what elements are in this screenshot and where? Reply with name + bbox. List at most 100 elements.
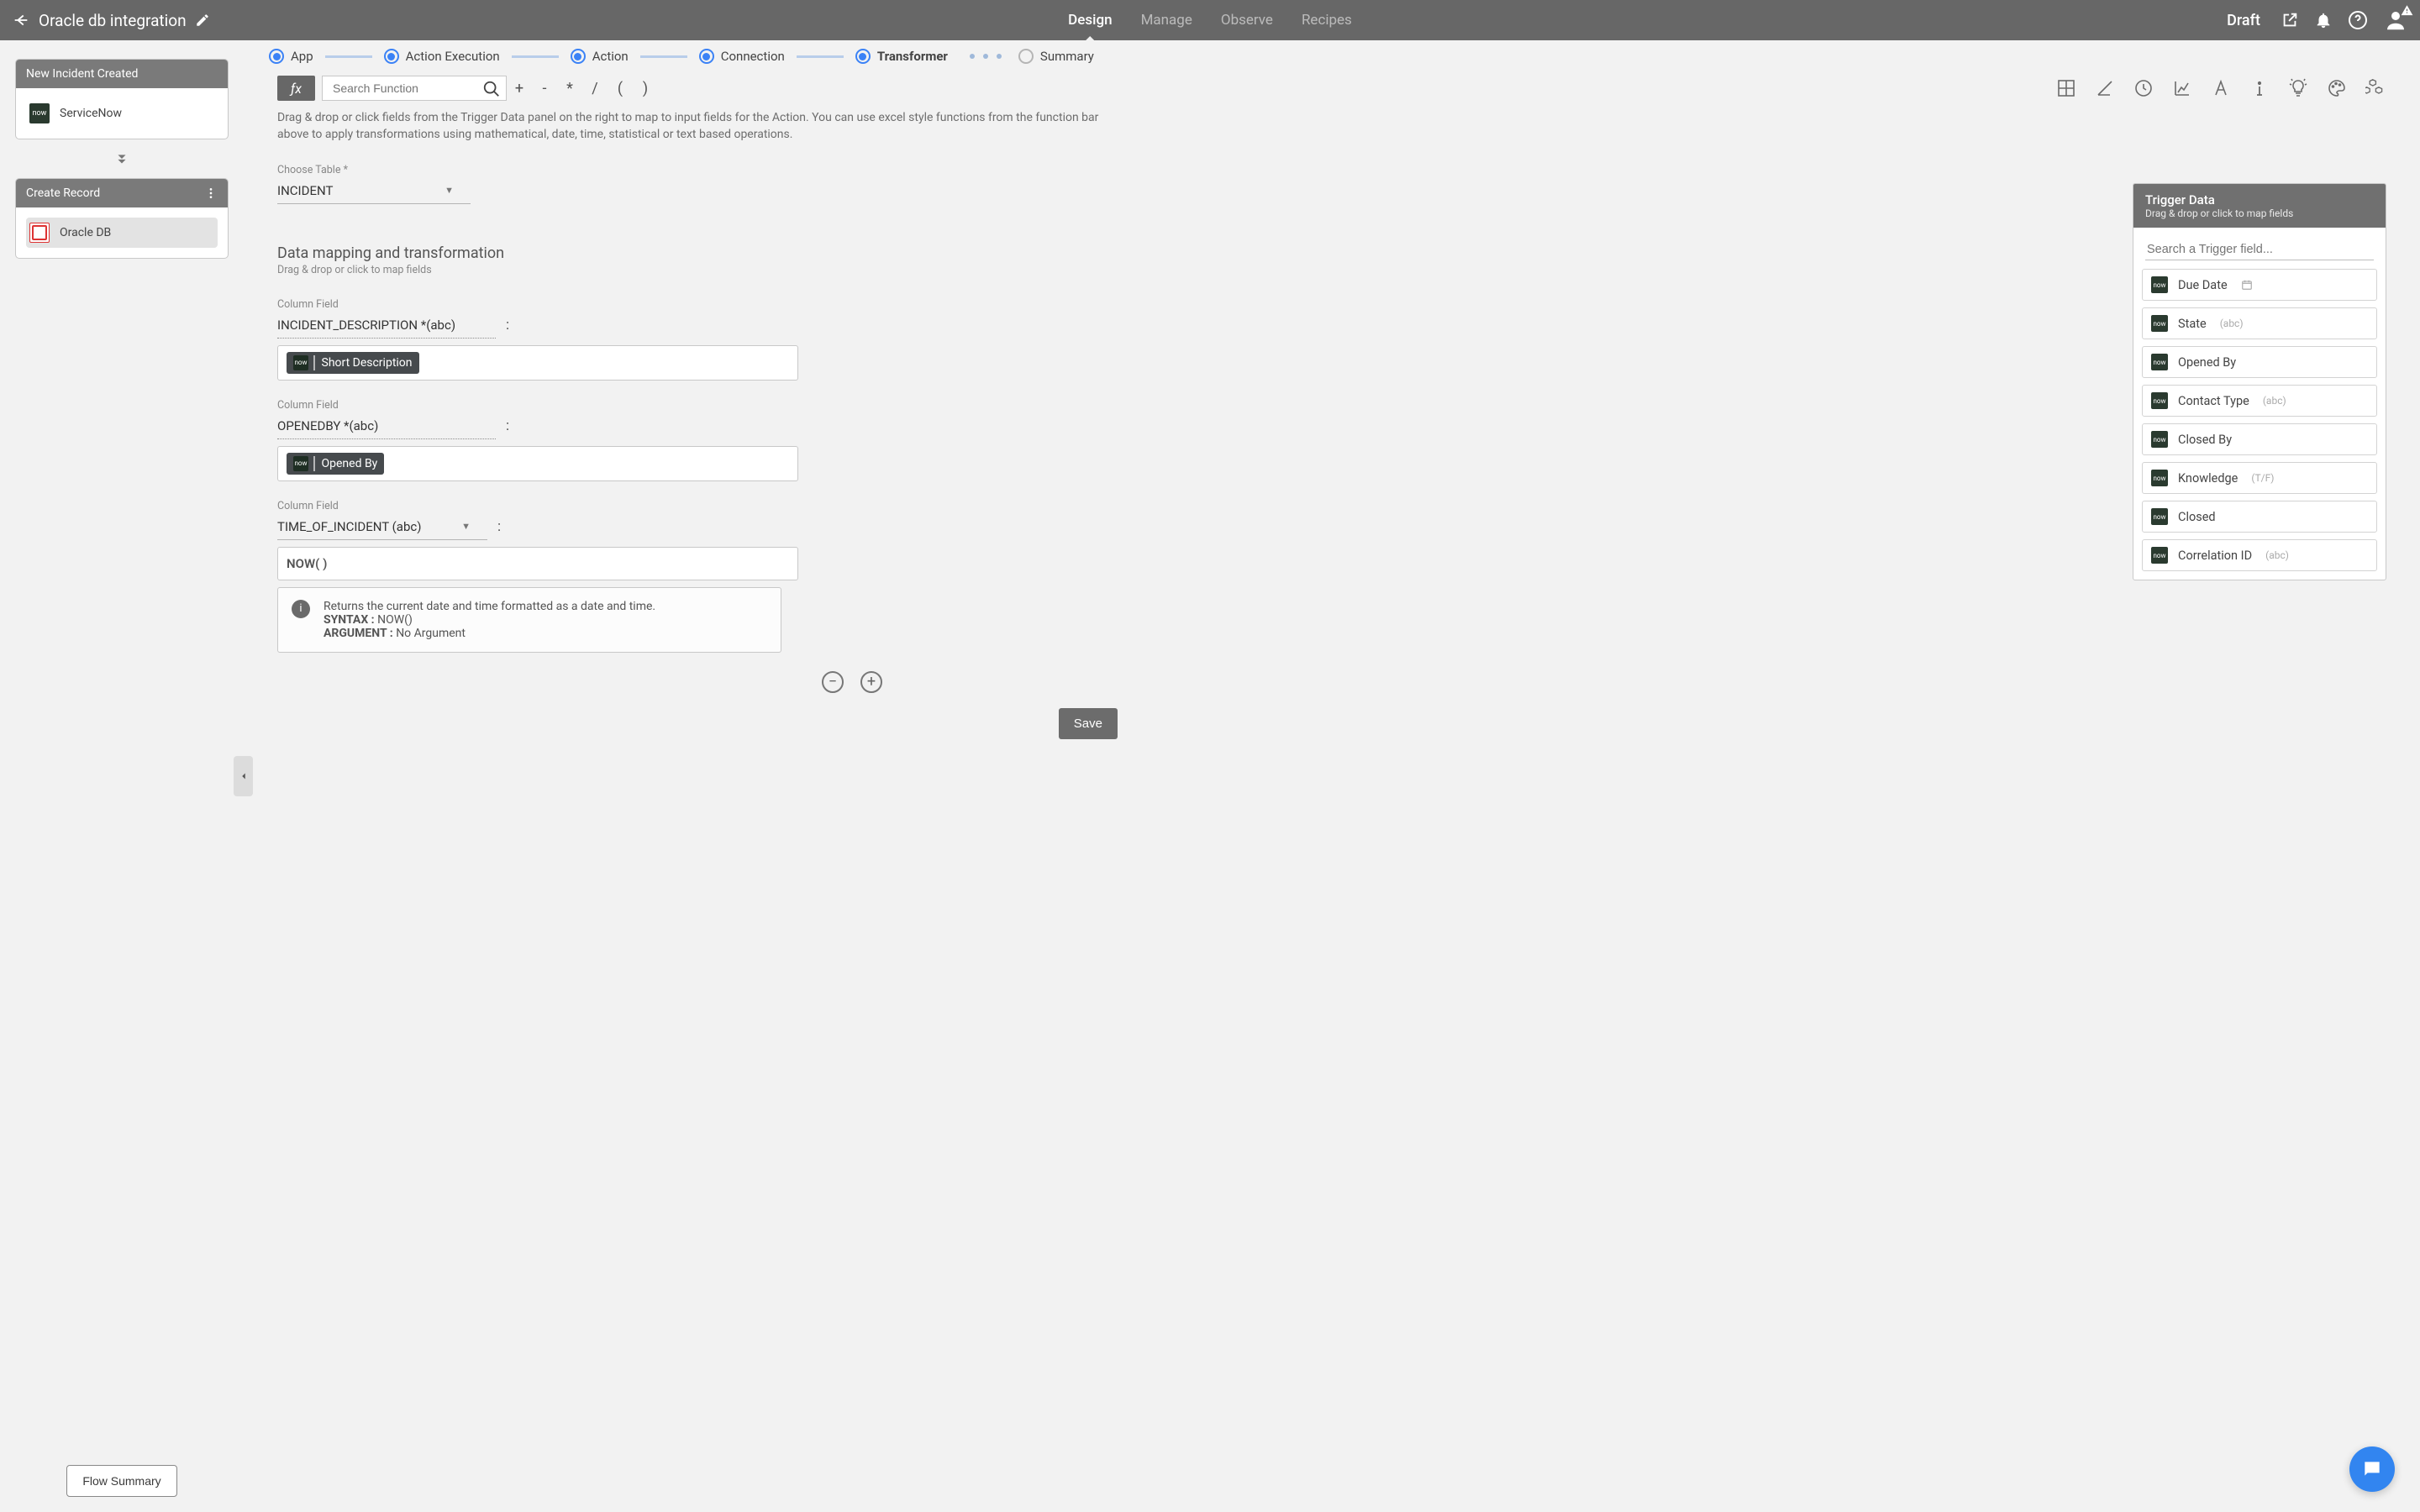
header-tabs: Design Manage Observe Recipes [1068,12,1352,29]
trigger-panel-title: Trigger Data [2145,192,2374,207]
back-arrow-icon[interactable] [12,11,30,29]
step-transformer[interactable]: Transformer [855,49,948,64]
mapping-row: Column Field INCIDENT_DESCRIPTION *(abc)… [277,298,2386,381]
servicenow-icon: now [293,456,308,471]
category-cubes-icon[interactable] [2365,77,2386,99]
step-dots [970,54,1002,59]
info-icon: i [292,600,310,618]
trigger-field[interactable]: nowClosed [2142,501,2377,533]
tab-recipes[interactable]: Recipes [1302,12,1352,29]
trigger-field[interactable]: nowKnowledge(T/F) [2142,462,2377,494]
page-title: Oracle db integration [39,11,187,30]
step-summary[interactable]: Summary [1018,49,1094,64]
servicenow-icon: now [29,103,50,123]
column-select[interactable]: INCIDENT_DESCRIPTION *(abc) [277,314,496,339]
step-connection[interactable]: Connection [699,49,785,64]
collapse-sidebar-button[interactable] [234,756,253,796]
servicenow-icon: now [293,355,308,370]
servicenow-icon: now [2151,470,2168,486]
app-header: Oracle db integration Design Manage Obse… [0,0,2420,40]
flow-connector-icon [15,150,229,168]
mapping-heading: Data mapping and transformation [277,244,2386,262]
servicenow-icon: now [2151,315,2168,332]
category-info-icon[interactable] [2249,77,2270,99]
op-plus[interactable]: + [507,80,532,97]
add-remove-row: − + [277,671,882,693]
servicenow-icon: now [2151,547,2168,564]
mapping-sub: Drag & drop or click to map fields [277,264,2386,276]
fx-icon[interactable]: ƒx [277,76,315,101]
open-external-icon[interactable] [2281,11,2299,29]
trigger-field-search[interactable] [2145,239,2374,260]
mapping-row: Column Field OPENEDBY *(abc) : now Opene… [277,399,2386,481]
function-help-box: i Returns the current date and time form… [277,587,781,653]
mapping-value-box[interactable]: NOW( ) [277,547,798,580]
mapped-field-chip[interactable]: now Opened By [287,453,384,475]
category-clock-icon[interactable] [2133,77,2154,99]
tab-observe[interactable]: Observe [1221,12,1273,29]
op-paren-open[interactable]: ( [608,80,633,97]
mapping-value-box[interactable]: now Short Description [277,345,798,381]
op-divide[interactable]: / [582,80,608,97]
servicenow-icon: now [2151,392,2168,409]
choose-table-label: Choose Table * [277,164,2386,176]
bell-icon[interactable] [2314,11,2333,29]
search-icon[interactable] [482,80,501,98]
trigger-card[interactable]: New Incident Created now ServiceNow [15,59,229,139]
function-bar: ƒx + - * / ( ) [277,76,2386,101]
op-multiply[interactable]: * [557,80,582,97]
trigger-field[interactable]: nowClosed By [2142,423,2377,455]
mapping-value-box[interactable]: now Opened By [277,446,798,481]
save-button[interactable]: Save [1059,708,1118,739]
choose-table-select[interactable]: INCIDENT▼ [277,180,471,204]
op-paren-close[interactable]: ) [633,80,658,97]
flow-summary-button[interactable]: Flow Summary [66,1465,176,1497]
calendar-icon [2241,279,2253,291]
edit-title-icon[interactable] [195,13,210,28]
hint-text: Drag & drop or click fields from the Tri… [277,109,1126,144]
function-category-icons [2055,77,2386,99]
step-action-exec[interactable]: Action Execution [384,49,500,64]
servicenow-icon: now [2151,276,2168,293]
category-angle-icon[interactable] [2094,77,2116,99]
mapped-field-chip[interactable]: now Short Description [287,352,419,374]
servicenow-icon: now [2151,354,2168,370]
status-badge: Draft [2227,12,2260,29]
search-function-input[interactable] [322,76,507,101]
trigger-field[interactable]: nowDue Date [2142,269,2377,301]
remove-mapping-button[interactable]: − [822,671,844,693]
trigger-field[interactable]: nowContact Type(abc) [2142,385,2377,417]
mapping-row: Column Field TIME_OF_INCIDENT (abc)▼ : N… [277,500,2386,653]
tab-design[interactable]: Design [1068,12,1112,29]
add-mapping-button[interactable]: + [860,671,882,693]
trigger-data-panel: Trigger Data Drag & drop or click to map… [2133,183,2386,580]
help-icon[interactable] [2348,10,2368,30]
trigger-field[interactable]: nowOpened By [2142,346,2377,378]
category-palette-icon[interactable] [2326,77,2348,99]
step-app[interactable]: App [269,49,313,64]
servicenow-icon: now [2151,508,2168,525]
tab-manage[interactable]: Manage [1141,12,1192,29]
column-select[interactable]: OPENEDBY *(abc) [277,415,496,439]
trigger-field[interactable]: nowCorrelation ID(abc) [2142,539,2377,571]
category-chart-icon[interactable] [2171,77,2193,99]
category-text-icon[interactable] [2210,77,2232,99]
user-avatar-icon[interactable] [2383,8,2408,33]
servicenow-icon: now [2151,431,2168,448]
category-idea-icon[interactable] [2287,77,2309,99]
column-select[interactable]: TIME_OF_INCIDENT (abc)▼ [277,516,487,540]
category-table-icon[interactable] [2055,77,2077,99]
progress-stepper: App Action Execution Action Connection T… [244,40,2420,72]
action-card[interactable]: Create Record Oracle DB [15,178,229,259]
warning-badge-icon [2401,4,2413,17]
step-action[interactable]: Action [571,49,629,64]
trigger-app[interactable]: now ServiceNow [26,98,218,129]
chat-fab[interactable] [2349,1446,2395,1492]
trigger-panel-sub: Drag & drop or click to map fields [2145,207,2374,219]
action-app[interactable]: Oracle DB [26,218,218,248]
oracle-icon [29,223,50,243]
op-minus[interactable]: - [532,80,557,97]
trigger-card-title: New Incident Created [26,67,138,81]
trigger-field[interactable]: nowState(abc) [2142,307,2377,339]
action-card-menu-icon[interactable] [204,186,218,200]
